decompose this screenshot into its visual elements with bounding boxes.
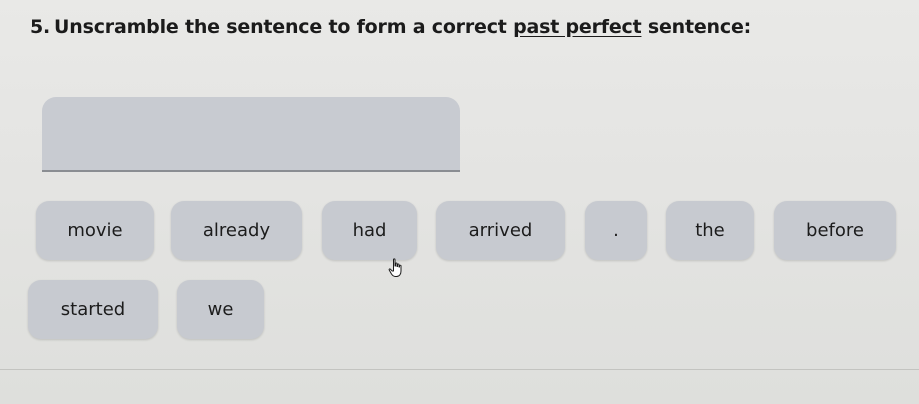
word-tile-label: . bbox=[613, 220, 619, 241]
word-tile-before[interactable]: before bbox=[774, 201, 896, 260]
answer-drop-zone[interactable] bbox=[42, 97, 460, 172]
word-tile-started[interactable]: started bbox=[28, 280, 158, 339]
question-prompt: 5. Unscramble the sentence to form a corr… bbox=[30, 16, 751, 38]
word-tile-label: the bbox=[695, 220, 725, 241]
word-tile-label: already bbox=[202, 220, 271, 241]
word-tile-label: movie bbox=[67, 220, 123, 241]
word-tile-had[interactable]: had bbox=[322, 201, 417, 260]
word-tile-label: before bbox=[806, 220, 864, 241]
word-tile-label: we bbox=[207, 299, 234, 320]
word-tile-label: had bbox=[352, 220, 387, 241]
word-tile-we[interactable]: we bbox=[177, 280, 264, 339]
word-tile-movie[interactable]: movie bbox=[36, 201, 154, 260]
word-tile-the[interactable]: the bbox=[666, 201, 754, 260]
word-tile-label: arrived bbox=[468, 220, 533, 241]
footer-divider bbox=[0, 369, 919, 370]
word-tile-already[interactable]: already bbox=[171, 201, 302, 260]
word-tile-label: started bbox=[60, 299, 126, 320]
word-tile-arrived[interactable]: arrived bbox=[436, 201, 565, 260]
question-underlined-term: past perfect bbox=[513, 16, 642, 38]
question-text-before: Unscramble the sentence to form a correc… bbox=[54, 16, 514, 38]
hand-pointer-icon bbox=[388, 258, 402, 277]
question-number: 5. bbox=[30, 16, 51, 38]
word-tile-period[interactable]: . bbox=[585, 201, 647, 260]
question-text-after: sentence: bbox=[641, 16, 752, 38]
